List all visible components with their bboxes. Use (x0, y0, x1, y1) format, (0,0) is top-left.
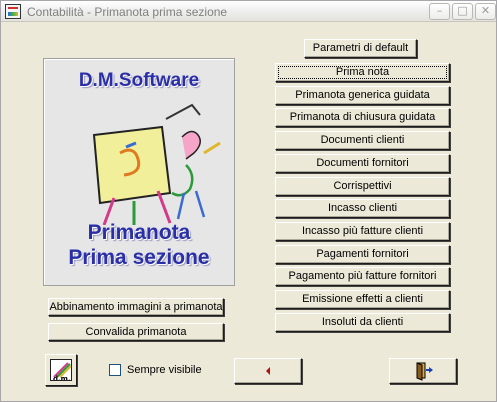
documenti-fornitori-button[interactable]: Documenti fornitori (275, 153, 450, 173)
logo-line-1: Primanota (87, 221, 191, 244)
dm-software-icon: d.m. (50, 359, 72, 381)
title-bar[interactable]: Contabilità - Primanota prima sezione – … (1, 1, 496, 22)
app-icon[interactable] (5, 4, 21, 19)
prima-nota-button[interactable]: Prima nota (275, 63, 450, 82)
incasso-clienti-button[interactable]: Incasso clienti (275, 199, 450, 219)
exit-door-icon (416, 362, 433, 381)
close-button[interactable]: ✕ (475, 3, 496, 20)
default-params-button[interactable]: Parametri di default (304, 39, 417, 58)
always-visible-control[interactable]: Sempre visibile (109, 364, 202, 376)
product-logo: D.M.Software Primanota Prima sezione (43, 58, 235, 286)
always-visible-label: Sempre visibile (127, 364, 202, 376)
back-arrow-icon (266, 367, 270, 375)
back-button[interactable] (234, 358, 302, 384)
image-link-button[interactable]: Abbinamento immagini a primanota (48, 298, 224, 316)
dm-software-button[interactable]: d.m. (45, 354, 77, 386)
incasso-piu-fatture-clienti-button[interactable]: Incasso più fatture clienti (275, 221, 450, 241)
always-visible-checkbox[interactable] (109, 364, 121, 376)
pagamenti-fornitori-button[interactable]: Pagamenti fornitori (275, 244, 450, 264)
primanota-chiusura-guidata-button[interactable]: Primanota di chiusura guidata (275, 108, 450, 128)
logo-line-2: Prima sezione (68, 246, 210, 269)
window-title: Contabilità - Primanota prima sezione (27, 5, 228, 19)
insoluti-clienti-button[interactable]: Insoluti da clienti (275, 312, 450, 332)
logo-brand: D.M.Software (78, 70, 200, 91)
emissione-effetti-clienti-button[interactable]: Emissione effetti a clienti (275, 290, 450, 309)
exit-button[interactable] (389, 358, 457, 384)
primanota-generica-guidata-button[interactable]: Primanota generica guidata (275, 85, 450, 105)
maximize-button[interactable]: □ (452, 3, 473, 20)
corrispettivi-button[interactable]: Corrispettivi (275, 176, 450, 196)
window: Contabilità - Primanota prima sezione – … (0, 0, 497, 402)
documenti-clienti-button[interactable]: Documenti clienti (275, 131, 450, 151)
pagamento-piu-fatture-fornitori-button[interactable]: Pagamento più fatture fornitori (275, 267, 450, 287)
easel-painter-icon (92, 103, 221, 225)
validate-button[interactable]: Convalida primanota (48, 323, 224, 341)
minimize-button[interactable]: – (429, 3, 450, 20)
svg-text:d.m.: d.m. (53, 375, 71, 381)
